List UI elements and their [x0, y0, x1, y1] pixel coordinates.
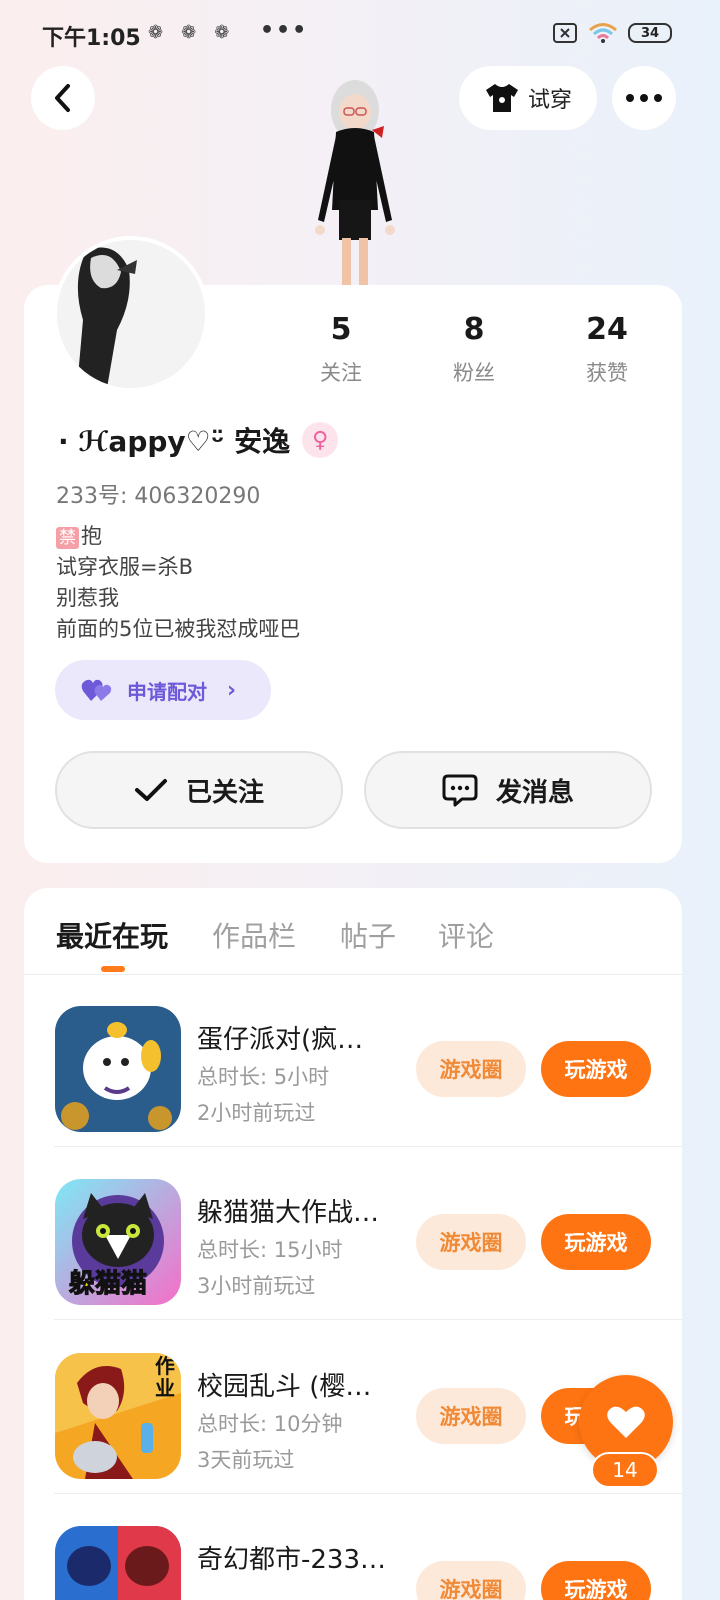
try-on-label: 试穿: [527, 88, 572, 113]
heart-icon: [607, 1406, 645, 1438]
try-on-button[interactable]: 试穿: [459, 66, 597, 130]
stat-followers[interactable]: 8 粉丝: [419, 312, 529, 387]
game-circle-button[interactable]: 游戏圈: [416, 1214, 526, 1270]
send-message-button[interactable]: 发消息: [364, 751, 652, 829]
game-last-played: 2小时前玩过: [197, 1101, 316, 1125]
game-last-played: 3小时前玩过: [197, 1274, 316, 1298]
game-title: 蛋仔派对(疯…: [197, 1025, 364, 1055]
tab-recently-played[interactable]: 最近在玩: [56, 915, 168, 955]
tshirt-icon: [485, 84, 518, 112]
tab-works[interactable]: 作品栏: [212, 915, 296, 955]
game-icon: [55, 1006, 181, 1132]
bio-line: 试穿衣服=杀B: [56, 555, 194, 579]
divider: [54, 1319, 682, 1320]
game-duration: 总时长: 15小时: [197, 1238, 343, 1262]
bio-line: 前面的5位已被我怼成哑巴: [56, 617, 301, 641]
likes-count: 24: [586, 312, 628, 347]
list-item[interactable]: 蛋仔派对(疯… 总时长: 5小时 2小时前玩过 游戏圈 玩游戏: [24, 975, 682, 1147]
message-icon: [442, 774, 478, 807]
active-tab-indicator: [101, 966, 125, 972]
game-duration: 总时长: 10分钟: [197, 1412, 343, 1436]
divider: [54, 1493, 682, 1494]
notification-icon: ❁: [148, 22, 164, 43]
play-game-button[interactable]: 玩游戏: [541, 1561, 651, 1600]
more-options-button[interactable]: [612, 66, 676, 130]
more-notifications-icon: •••: [260, 18, 309, 43]
username-row: · ℋappy♡ᵕ̈ 安逸 ♀: [58, 420, 339, 460]
game-circle-button[interactable]: 游戏圈: [416, 1561, 526, 1600]
game-icon: [55, 1526, 181, 1600]
sim-off-icon: [553, 23, 577, 43]
request-pair-button[interactable]: 申请配对 ›: [55, 660, 271, 720]
back-button[interactable]: [31, 66, 95, 130]
female-gender-icon: ♀: [302, 422, 339, 458]
list-item[interactable]: 躲猫猫 躲猫猫大作战… 总时长: 15小时 3小时前玩过 游戏圈 玩游戏: [24, 1148, 682, 1320]
like-count: 14: [591, 1452, 659, 1488]
game-title: 校园乱斗 (樱…: [197, 1372, 372, 1402]
divider: [54, 1146, 682, 1147]
likes-label: 获赞: [586, 361, 628, 385]
request-pair-label: 申请配对: [127, 679, 207, 704]
avatar-3d-character: [315, 80, 395, 285]
system-icons: 34: [552, 22, 672, 44]
game-icon: 作业: [55, 1353, 181, 1479]
notification-icon: ❁: [214, 22, 230, 43]
more-icon: [626, 94, 662, 102]
list-item[interactable]: 奇幻都市-233… 游戏圈 玩游戏: [24, 1495, 682, 1600]
ban-badge: 禁: [56, 527, 79, 549]
battery-icon: 34: [628, 23, 672, 43]
followers-count: 8: [463, 312, 485, 347]
game-last-played: 3天前玩过: [197, 1448, 295, 1472]
play-game-button[interactable]: 玩游戏: [541, 1214, 651, 1270]
bio-line: 别惹我: [56, 586, 119, 610]
following-count: 5: [330, 312, 352, 347]
followers-label: 粉丝: [453, 361, 495, 385]
game-duration: 总时长: 5小时: [197, 1065, 330, 1089]
check-icon: [134, 779, 167, 801]
followed-label: 已关注: [185, 777, 264, 808]
user-id[interactable]: 233号: 406320290: [56, 478, 260, 510]
avatar-image: [57, 240, 205, 388]
stat-likes[interactable]: 24 获赞: [552, 312, 662, 387]
notification-icon: ❁: [181, 22, 197, 43]
following-label: 关注: [320, 361, 362, 385]
avatar[interactable]: [53, 236, 209, 392]
game-icon: 躲猫猫: [55, 1179, 181, 1305]
tab-posts[interactable]: 帖子: [340, 915, 396, 955]
tab-comments[interactable]: 评论: [438, 915, 494, 955]
bio: 禁抱 试穿衣服=杀B 别惹我 前面的5位已被我怼成哑巴: [56, 521, 300, 645]
chevron-right-icon: ›: [227, 677, 237, 703]
stat-following[interactable]: 5 关注: [286, 312, 396, 387]
notification-icons: ❁ ❁ ❁: [148, 22, 229, 43]
game-icon-label: 作业: [155, 1354, 175, 1400]
double-heart-icon: [81, 679, 112, 701]
status-time: 下午1:05: [42, 26, 141, 51]
play-game-button[interactable]: 玩游戏: [541, 1041, 651, 1097]
game-title: 奇幻都市-233…: [197, 1545, 387, 1575]
game-title: 躲猫猫大作战…: [197, 1198, 380, 1228]
send-message-label: 发消息: [495, 777, 574, 808]
followed-button[interactable]: 已关注: [55, 751, 343, 829]
username: · ℋappy♡ᵕ̈ 安逸: [58, 425, 291, 458]
wifi-icon: [589, 23, 617, 43]
game-circle-button[interactable]: 游戏圈: [416, 1388, 526, 1444]
chevron-left-icon: [55, 84, 70, 112]
status-bar: 下午1:05 ❁ ❁ ❁ ••• 34: [0, 0, 720, 66]
game-circle-button[interactable]: 游戏圈: [416, 1041, 526, 1097]
bio-line: 禁抱: [56, 521, 300, 552]
game-icon-label: 躲猫猫: [68, 1269, 148, 1300]
